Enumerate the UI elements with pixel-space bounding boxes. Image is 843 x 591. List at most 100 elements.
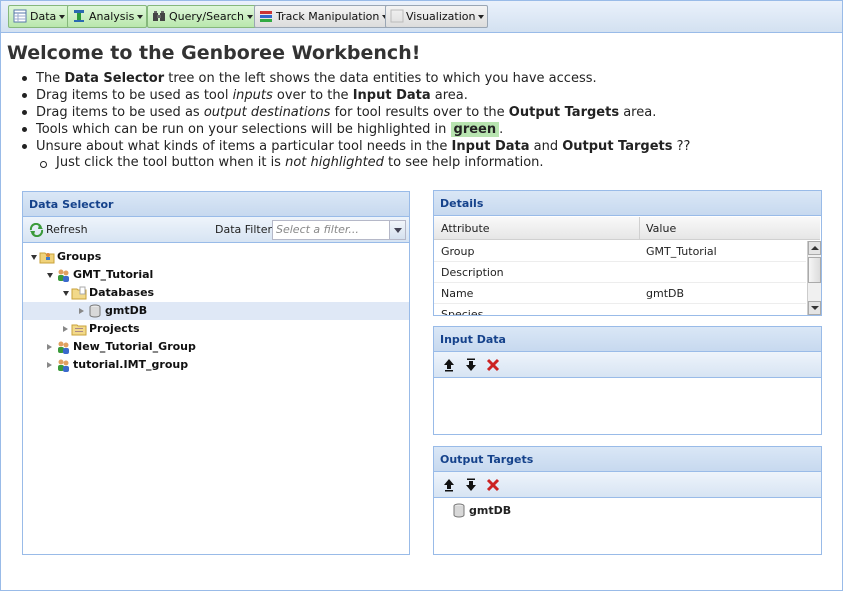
intro-emphasis: output destinations xyxy=(203,105,331,120)
table-icon xyxy=(13,9,27,23)
expand-icon[interactable] xyxy=(79,308,84,314)
table-row[interactable]: Description xyxy=(434,262,806,283)
intro-text: Tools which can be run on your selection… xyxy=(36,122,451,137)
data-selector-toolbar: Refresh Data Filter: Select a filter... xyxy=(23,217,409,243)
chevron-down-icon xyxy=(59,15,66,19)
intro-item: Unsure about what kinds of items a parti… xyxy=(20,138,820,155)
details-panel: Details Attribute Value Group GMT_Tutori… xyxy=(433,190,822,316)
details-header: Details xyxy=(434,191,821,216)
analysis-menu-label: Analysis xyxy=(89,10,135,23)
tree-node-groups[interactable]: Groups xyxy=(23,248,409,266)
data-filter-dropdown-trigger[interactable] xyxy=(389,220,406,240)
chevron-down-icon xyxy=(246,15,253,19)
data-selector-panel: Data Selector Refresh Data Filter: Selec… xyxy=(22,191,410,555)
users-icon xyxy=(58,359,69,372)
intro-text: . xyxy=(499,122,504,137)
intro-item: The Data Selector tree on the left shows… xyxy=(20,70,820,87)
intro-emphasis: Input Data xyxy=(352,88,431,103)
tree-node-new-tutorial-group[interactable]: New_Tutorial_Group xyxy=(23,338,409,356)
refresh-button[interactable]: Refresh xyxy=(29,222,88,238)
intro-text: Unsure about what kinds of items a parti… xyxy=(36,139,452,154)
expand-icon[interactable] xyxy=(47,362,52,368)
input-data-panel[interactable]: Input Data xyxy=(433,326,822,435)
scroll-up-arrow[interactable] xyxy=(808,241,821,255)
expand-icon[interactable] xyxy=(63,326,68,332)
intro-emphasis: not highlighted xyxy=(285,155,384,170)
intro-text: and xyxy=(529,139,563,154)
column-header-attribute[interactable]: Attribute xyxy=(441,222,490,235)
refresh-icon xyxy=(29,223,44,237)
intro-text: for tool results over to the xyxy=(330,105,509,120)
visualization-icon xyxy=(390,9,404,23)
intro-emphasis: Data Selector xyxy=(64,71,165,86)
tree-label: tutorial.IMT_group xyxy=(73,358,189,371)
intro-text: tree on the left shows the data entities… xyxy=(164,71,597,86)
data-menu-button[interactable]: Data xyxy=(8,5,70,28)
column-header-value[interactable]: Value xyxy=(646,222,676,235)
main-toolbar: Data Analysis Query/Search Track Manipul… xyxy=(1,1,842,33)
collapse-icon[interactable] xyxy=(63,291,69,296)
group-folder-icon xyxy=(39,252,55,264)
intro-emphasis: Output Targets xyxy=(508,105,620,120)
data-filter-combo[interactable]: Select a filter... xyxy=(272,220,390,240)
analysis-menu-button[interactable]: Analysis xyxy=(67,5,148,28)
move-up-icon[interactable] xyxy=(442,478,456,492)
remove-icon[interactable] xyxy=(486,358,500,372)
intro-text: Drag items to be used as xyxy=(36,105,204,120)
table-row[interactable]: Group GMT_Tutorial xyxy=(434,241,806,262)
table-row[interactable]: Species xyxy=(434,304,806,315)
visualization-menu-button[interactable]: Visualization xyxy=(385,5,489,28)
tree-node-projects[interactable]: Projects xyxy=(23,320,409,338)
details-scrollbar[interactable] xyxy=(807,241,821,315)
scroll-down-arrow[interactable] xyxy=(808,301,821,315)
input-data-header: Input Data xyxy=(434,327,821,352)
cell-value: GMT_Tutorial xyxy=(646,245,717,258)
output-target-item[interactable]: gmtDB xyxy=(452,503,511,519)
remove-icon[interactable] xyxy=(486,478,500,492)
tree-label: Databases xyxy=(89,286,155,299)
track-manipulation-menu-button[interactable]: Track Manipulation xyxy=(254,5,393,28)
tree-label: GMT_Tutorial xyxy=(73,268,154,281)
intro-text: to see help information. xyxy=(383,155,544,170)
intro-item: Tools which can be run on your selection… xyxy=(20,121,820,138)
data-menu-label: Data xyxy=(30,10,57,23)
tree-label: gmtDB xyxy=(105,304,148,317)
expand-icon[interactable] xyxy=(47,344,52,350)
query-search-menu-button[interactable]: Query/Search xyxy=(147,5,257,28)
tree-node-tutorial-imt-group[interactable]: tutorial.IMT_group xyxy=(23,356,409,374)
database-icon xyxy=(89,304,101,318)
move-down-icon[interactable] xyxy=(464,358,478,372)
scroll-thumb[interactable] xyxy=(808,257,821,283)
projects-folder-icon xyxy=(71,324,87,336)
chevron-down-icon xyxy=(478,15,485,19)
visualization-menu-label: Visualization xyxy=(406,10,476,23)
input-data-toolbar xyxy=(434,352,821,378)
move-down-icon[interactable] xyxy=(464,478,478,492)
data-selector-header: Data Selector xyxy=(23,192,409,217)
intro-list: The Data Selector tree on the left shows… xyxy=(20,70,820,170)
tree-node-gmt-tutorial[interactable]: GMT_Tutorial xyxy=(23,266,409,284)
collapse-icon[interactable] xyxy=(47,273,53,278)
table-row[interactable]: Name gmtDB xyxy=(434,283,806,304)
tree-node-gmtdb[interactable]: gmtDB xyxy=(23,302,409,320)
chevron-down-icon xyxy=(137,15,144,19)
details-grid-header: Attribute Value xyxy=(434,217,820,240)
tree-node-databases[interactable]: Databases xyxy=(23,284,409,302)
intro-text: ?? xyxy=(672,139,691,154)
tree-label: Groups xyxy=(57,250,102,263)
intro-text: Drag items to be used as tool xyxy=(36,88,233,103)
output-target-label: gmtDB xyxy=(469,504,512,517)
analysis-icon xyxy=(74,10,84,22)
tracks-icon xyxy=(260,11,272,22)
move-up-icon[interactable] xyxy=(442,358,456,372)
output-targets-panel[interactable]: Output Targets gmtDB xyxy=(433,446,822,555)
intro-text: The xyxy=(36,71,65,86)
refresh-label: Refresh xyxy=(46,223,88,236)
intro-item: Drag items to be used as output destinat… xyxy=(20,104,820,121)
intro-text: over to the xyxy=(272,88,353,103)
collapse-icon[interactable] xyxy=(31,255,37,260)
tree-label: New_Tutorial_Group xyxy=(73,340,196,353)
track-manipulation-menu-label: Track Manipulation xyxy=(276,10,380,23)
query-search-menu-label: Query/Search xyxy=(169,10,244,23)
intro-item: Drag items to be used as tool inputs ove… xyxy=(20,87,820,104)
